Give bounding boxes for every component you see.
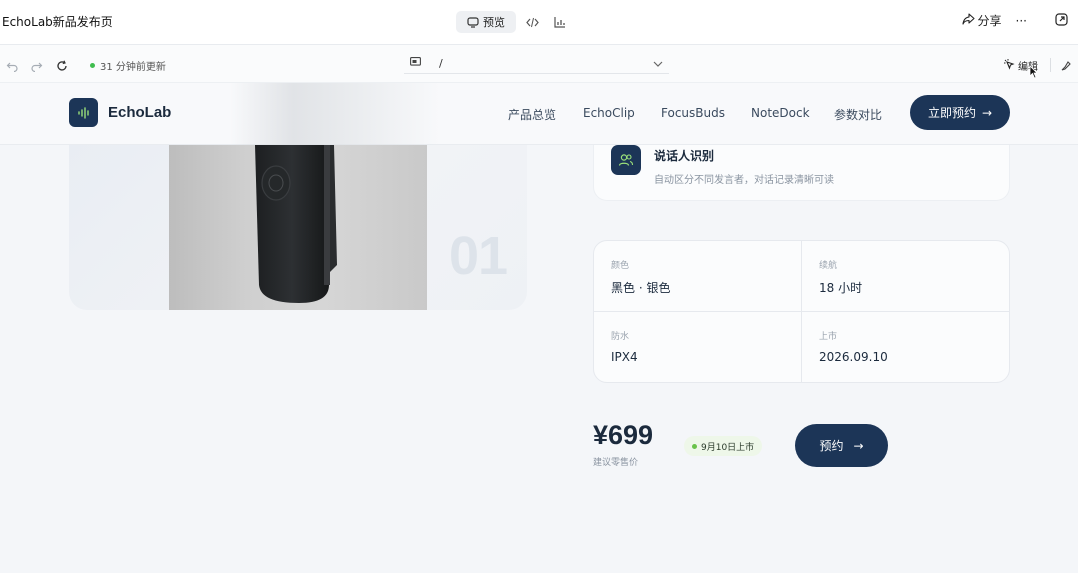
spec-value: 18 小时 bbox=[819, 281, 863, 295]
url-field[interactable]: / bbox=[404, 54, 669, 74]
nav-controls bbox=[6, 57, 68, 76]
spec-label: 颜色 bbox=[611, 261, 630, 271]
preview-label: 预览 bbox=[483, 16, 505, 29]
arrow-right-icon: → bbox=[981, 105, 993, 120]
echolab-logo-icon[interactable] bbox=[69, 98, 98, 127]
forward-icon[interactable] bbox=[31, 57, 43, 76]
nav-link-compare[interactable]: 参数对比 bbox=[834, 106, 882, 123]
header-blur-overlay bbox=[230, 83, 440, 145]
spec-label: 防水 bbox=[611, 332, 630, 342]
echoclip-device-image bbox=[255, 145, 337, 303]
share-icon bbox=[961, 13, 975, 28]
bar-chart-icon bbox=[554, 16, 566, 28]
site-header: EchoLab 产品总览 EchoClip FocusBuds NoteDock… bbox=[0, 83, 1078, 145]
product-photo bbox=[169, 145, 427, 310]
open-external-icon[interactable] bbox=[1055, 12, 1068, 29]
stats-view-button[interactable] bbox=[548, 11, 572, 33]
update-status: 31 分钟前更新 bbox=[90, 58, 166, 73]
feature-description: 自动区分不同发言者，对话记录清晰可读 bbox=[654, 175, 834, 186]
more-menu-button[interactable]: ··· bbox=[1016, 14, 1027, 28]
nav-link-overview[interactable]: 产品总览 bbox=[508, 106, 583, 123]
release-dot-icon bbox=[692, 443, 697, 449]
app-title: EchoLab新品发布页 bbox=[2, 15, 113, 29]
product-hero-card: 01 bbox=[69, 145, 527, 310]
toolbar-divider bbox=[1050, 58, 1051, 72]
spec-waterproof: 防水 IPX4 bbox=[594, 312, 802, 382]
users-icon bbox=[611, 145, 641, 175]
back-icon[interactable] bbox=[6, 57, 18, 76]
feature-title: 说话人识别 bbox=[654, 149, 715, 163]
product-index-number: 01 bbox=[449, 226, 508, 286]
site-nav: 产品总览 EchoClip FocusBuds NoteDock 参数对比 bbox=[508, 106, 882, 123]
spec-battery: 续航 18 小时 bbox=[802, 241, 1009, 312]
spec-release-date: 上市 2026.09.10 bbox=[802, 312, 1009, 382]
brand-name[interactable]: EchoLab bbox=[108, 104, 171, 121]
spec-label: 续航 bbox=[819, 261, 838, 271]
reload-icon[interactable] bbox=[56, 57, 68, 76]
status-text: 31 分钟前更新 bbox=[100, 62, 166, 73]
preview-button[interactable]: 预览 bbox=[456, 11, 516, 33]
address-bar: 31 分钟前更新 / 编辑 bbox=[0, 45, 1078, 83]
url-text: / bbox=[439, 57, 443, 70]
app-topbar: EchoLab新品发布页 预览 分享 ··· bbox=[0, 0, 1078, 45]
spec-color: 颜色 黑色 · 银色 bbox=[594, 241, 802, 312]
price: ¥699 bbox=[593, 420, 654, 450]
brush-icon[interactable] bbox=[1060, 57, 1072, 76]
spec-grid: 颜色 黑色 · 银色 续航 18 小时 防水 IPX4 上市 2026.09.1… bbox=[593, 240, 1010, 383]
share-button[interactable]: 分享 bbox=[961, 12, 1002, 29]
spec-value: 黑色 · 银色 bbox=[611, 281, 671, 295]
spec-value: 2026.09.10 bbox=[819, 350, 888, 364]
page-icon bbox=[410, 57, 421, 70]
nav-link-echoclip[interactable]: EchoClip bbox=[583, 106, 661, 123]
release-badge: 9月10日上市 bbox=[684, 436, 763, 456]
price-note: 建议零售价 bbox=[593, 458, 639, 468]
status-dot-icon bbox=[90, 63, 95, 68]
spec-value: IPX4 bbox=[611, 350, 638, 364]
cta-label: 立即预约 bbox=[927, 106, 976, 120]
select-cursor-icon bbox=[1004, 58, 1015, 73]
feature-card: 说话人识别 自动区分不同发言者，对话记录清晰可读 bbox=[593, 145, 1010, 201]
monitor-icon bbox=[467, 16, 479, 28]
share-label: 分享 bbox=[977, 14, 1002, 28]
preorder-label: 预约 bbox=[819, 439, 844, 453]
arrow-right-icon: → bbox=[853, 438, 864, 453]
code-icon bbox=[525, 17, 539, 28]
nav-link-notedock[interactable]: NoteDock bbox=[751, 106, 834, 123]
chevron-down-icon[interactable] bbox=[653, 58, 663, 71]
code-view-button[interactable] bbox=[520, 11, 544, 33]
topbar-actions: 分享 ··· bbox=[961, 12, 1068, 29]
nav-link-focusbuds[interactable]: FocusBuds bbox=[661, 106, 751, 123]
spec-label: 上市 bbox=[819, 332, 838, 342]
mouse-pointer-icon bbox=[1029, 64, 1038, 83]
release-text: 9月10日上市 bbox=[701, 442, 755, 453]
reserve-now-button[interactable]: 立即预约 → bbox=[910, 95, 1010, 130]
preorder-button[interactable]: 预约 → bbox=[795, 424, 888, 467]
view-toggle: 预览 bbox=[456, 11, 572, 33]
